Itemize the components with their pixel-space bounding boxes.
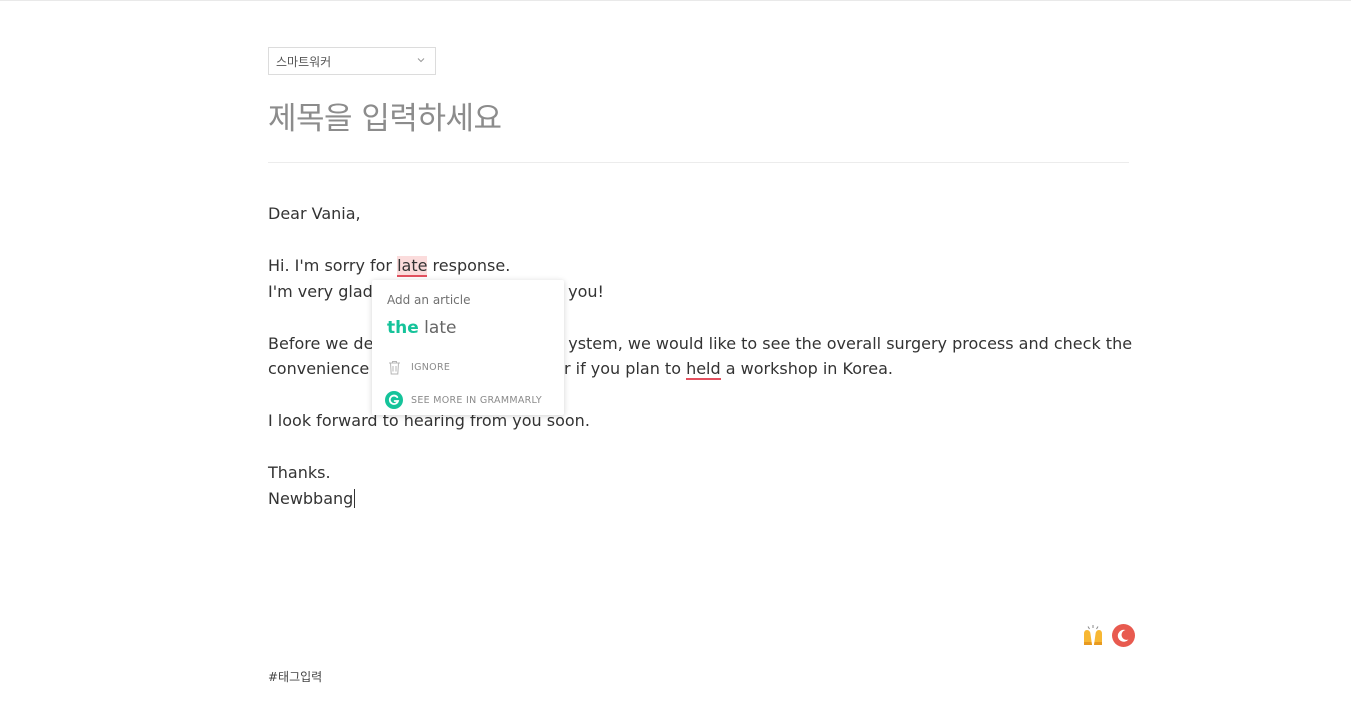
- moon-icon: [1117, 629, 1129, 642]
- thanks-line: Thanks.: [268, 463, 331, 482]
- category-label: 스마트워커: [276, 54, 332, 69]
- text-cursor: [354, 488, 356, 508]
- category-select[interactable]: 스마트워커: [268, 47, 436, 75]
- see-more-label: SEE MORE IN GRAMMARLY: [411, 394, 542, 406]
- grammarly-suggestion-card: Add an article the late IGNORE SEE MORE …: [372, 280, 564, 415]
- raising-hands-emoji-icon[interactable]: [1082, 624, 1104, 646]
- grammarly-logo-icon: [385, 391, 403, 409]
- original-word: late: [424, 318, 457, 338]
- ignore-button[interactable]: IGNORE: [385, 358, 450, 376]
- flagged-word-late[interactable]: late: [397, 256, 428, 277]
- ignore-label: IGNORE: [411, 361, 451, 373]
- trash-icon: [385, 358, 403, 376]
- tag-input[interactable]: #태그입력: [268, 668, 322, 685]
- signature-line: Newbbang: [268, 488, 356, 508]
- top-border: [0, 0, 1351, 1]
- greeting-line: Dear Vania,: [268, 204, 361, 223]
- chevron-down-icon: [417, 58, 425, 63]
- night-mode-toggle[interactable]: [1112, 624, 1135, 647]
- suggestion-replacement[interactable]: the late: [387, 318, 456, 338]
- title-divider: [268, 162, 1129, 163]
- title-input[interactable]: 제목을 입력하세요: [268, 93, 502, 138]
- see-more-in-grammarly-button[interactable]: SEE MORE IN GRAMMARLY: [385, 391, 542, 409]
- inserted-word: the: [387, 318, 419, 338]
- body-line: Hi. I'm sorry for late response.: [268, 256, 511, 277]
- flagged-word-held[interactable]: held: [686, 359, 721, 380]
- suggestion-heading: Add an article: [387, 293, 471, 307]
